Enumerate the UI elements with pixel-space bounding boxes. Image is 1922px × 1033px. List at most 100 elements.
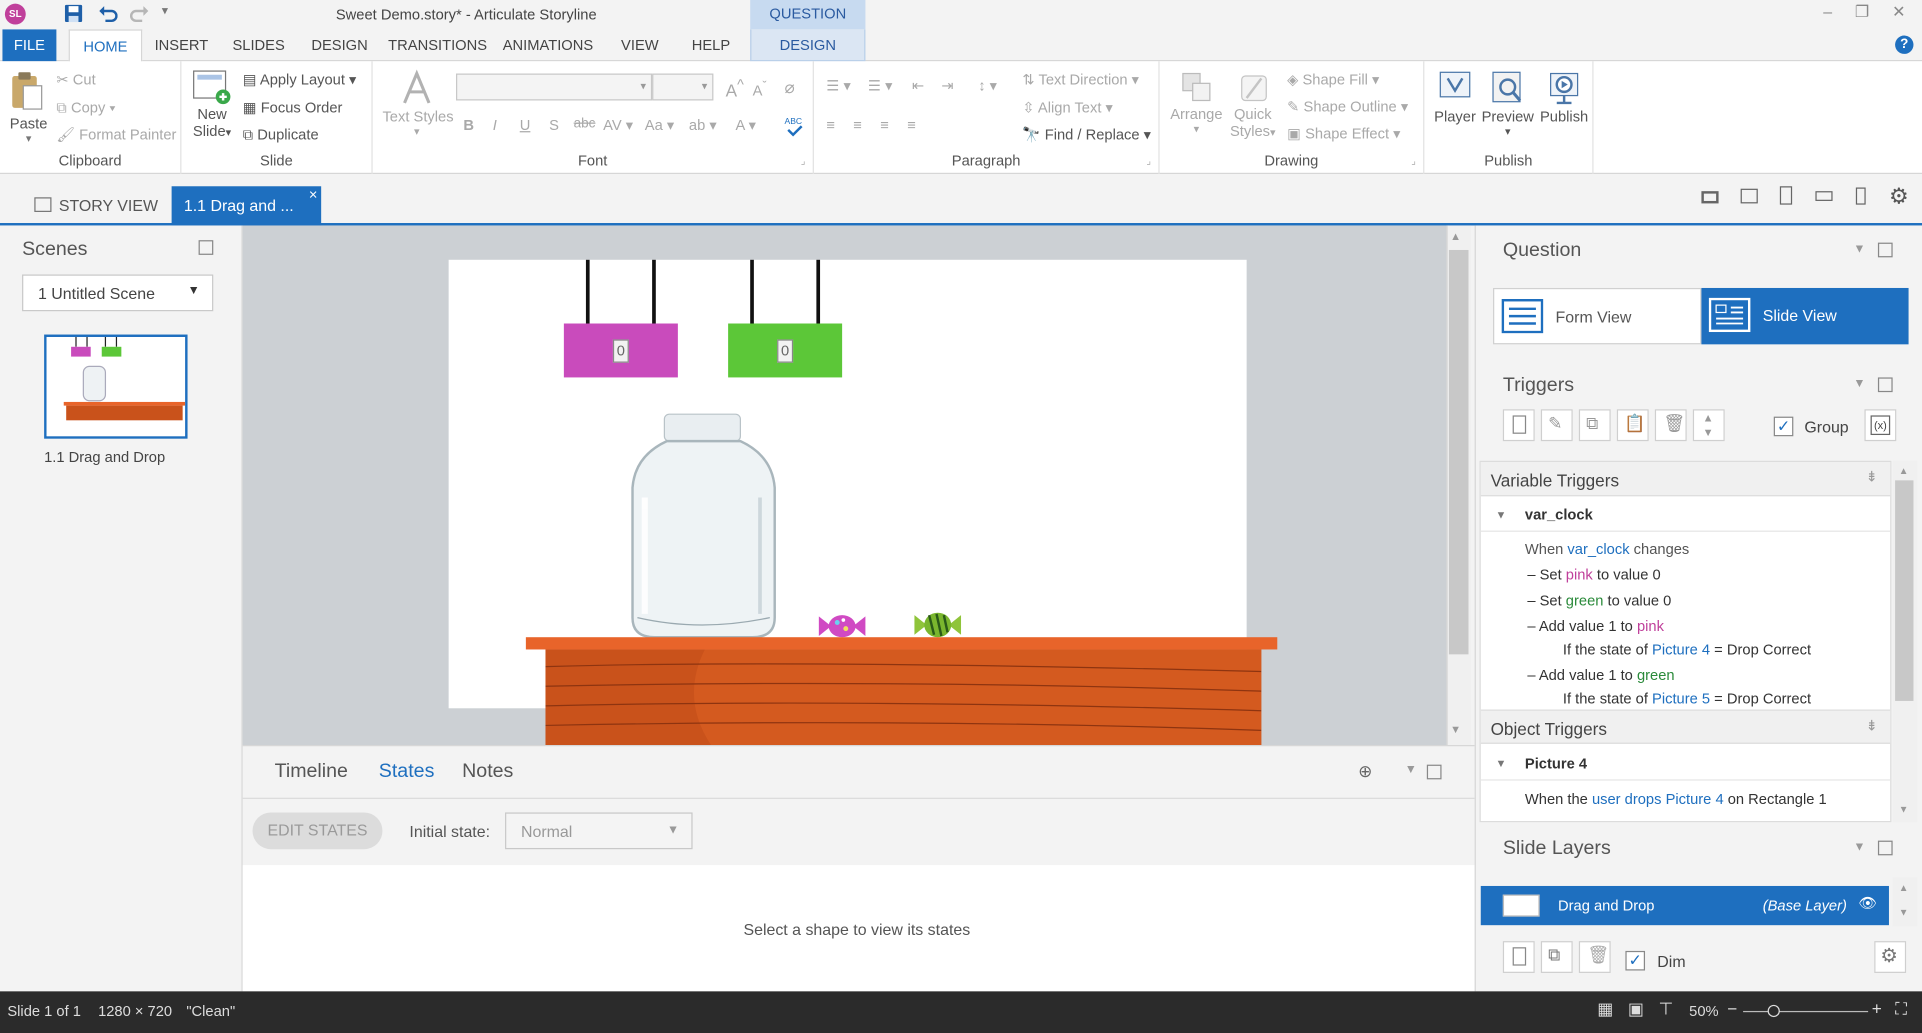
quick-styles-button[interactable]: Quick Styles▾	[1228, 69, 1277, 140]
trigger-condition-pink[interactable]: If the state of Picture 4 = Drop Correct	[1563, 641, 1811, 658]
paste-button[interactable]: Paste ▾	[10, 71, 48, 146]
spell-check-icon[interactable]: ABC	[785, 115, 805, 137]
dim-checkbox[interactable]: ✓	[1625, 950, 1646, 971]
maximize-panel-icon[interactable]	[1877, 377, 1893, 393]
zoom-slider-handle[interactable]	[1767, 1004, 1780, 1018]
trigger-add-pink[interactable]: – Add value 1 to pink	[1527, 618, 1664, 635]
edit-states-button[interactable]: EDIT STATES	[252, 812, 383, 850]
clear-format-icon[interactable]: ⌀	[785, 77, 795, 98]
new-slide-button[interactable]: New Slide▾	[191, 69, 233, 140]
paragraph-dialog-launcher-icon[interactable]: ⌟	[1146, 156, 1151, 167]
shadow-button[interactable]: S	[549, 116, 559, 133]
slide-thumbnail[interactable]	[44, 334, 188, 439]
pink-counter-box[interactable]: 0	[563, 323, 678, 378]
format-painter-button[interactable]: 🖌 Format Painter	[56, 126, 176, 143]
close-icon[interactable]: ✕	[1885, 2, 1912, 24]
maximize-panel-icon[interactable]	[198, 240, 214, 255]
scroll-up-icon[interactable]: ▲	[1450, 230, 1461, 242]
new-layer-button[interactable]	[1502, 941, 1535, 973]
initial-state-select[interactable]: Normal ▼	[505, 812, 693, 850]
desktop-view-icon[interactable]	[1701, 191, 1719, 204]
tab-animations[interactable]: ANIMATIONS	[498, 29, 599, 61]
layout-panels-icon[interactable]: ⊕	[1358, 761, 1372, 782]
tab-insert[interactable]: INSERT	[147, 29, 216, 61]
align-right-icon[interactable]: ≡	[880, 116, 889, 133]
font-color-icon[interactable]: A ▾	[735, 116, 755, 133]
change-case-button[interactable]: Aa ▾	[645, 116, 674, 133]
increase-indent-icon[interactable]: ⇥	[941, 77, 953, 94]
zoom-out-button[interactable]: −	[1727, 999, 1737, 1019]
edit-trigger-button[interactable]: ✎	[1540, 409, 1573, 442]
copy-button[interactable]: ⧉ Copy ▾	[56, 99, 115, 117]
justify-icon[interactable]: ≡	[907, 116, 916, 133]
scroll-down-icon[interactable]: ▼	[1450, 723, 1461, 735]
tab-notes[interactable]: Notes	[462, 761, 513, 783]
stage-scrollbar[interactable]: ▲ ▼	[1446, 225, 1471, 746]
shape-fill-button[interactable]: ◈ Shape Fill ▾	[1287, 71, 1379, 88]
scene-select[interactable]: 1 Untitled Scene ▼	[22, 274, 214, 312]
arrange-button[interactable]: Arrange ▾	[1169, 69, 1223, 136]
phone-landscape-icon[interactable]	[1815, 191, 1833, 201]
trigger-user-drops[interactable]: When the user drops Picture 4 on Rectang…	[1525, 790, 1827, 807]
trigger-set-pink[interactable]: – Set pink to value 0	[1527, 566, 1660, 583]
new-trigger-button[interactable]	[1502, 409, 1535, 442]
collapse-picture4-icon[interactable]: ▼	[1495, 757, 1506, 769]
panel-menu-icon[interactable]: ▼	[1853, 841, 1865, 854]
group-checkbox[interactable]: ✓	[1773, 416, 1794, 437]
font-family-select[interactable]: ▾	[455, 73, 653, 101]
tab-timeline[interactable]: Timeline	[275, 761, 348, 783]
tab-transitions[interactable]: TRANSITIONS	[385, 29, 490, 61]
tab-help[interactable]: HELP	[682, 29, 741, 61]
trigger-condition-green[interactable]: If the state of Picture 5 = Drop Correct	[1563, 690, 1811, 707]
variables-button[interactable]: (x)	[1864, 409, 1897, 442]
tab-home[interactable]: HOME	[68, 29, 143, 63]
grow-font-button[interactable]: A^	[726, 77, 744, 100]
apply-layout-button[interactable]: ▤ Apply Layout ▾	[243, 71, 357, 88]
paste-dropdown-icon[interactable]: ▾	[10, 132, 48, 145]
bold-button[interactable]: B	[463, 116, 474, 133]
redo-icon[interactable]	[130, 4, 150, 24]
normal-view-icon[interactable]: ▣	[1628, 999, 1644, 1020]
preview-button[interactable]: Preview ▾	[1481, 69, 1535, 139]
underline-button[interactable]: U	[520, 116, 531, 133]
scroll-up-icon[interactable]: ▲	[1899, 466, 1909, 477]
tab-view[interactable]: VIEW	[613, 29, 667, 61]
eye-icon[interactable]: 👁	[1858, 895, 1877, 912]
cut-button[interactable]: ✂ Cut	[56, 71, 95, 88]
delete-trigger-button[interactable]: 🗑	[1654, 409, 1687, 442]
tablet-landscape-icon[interactable]	[1740, 188, 1758, 204]
trigger-add-green[interactable]: – Add value 1 to green	[1527, 667, 1674, 684]
text-direction-button[interactable]: ⇅ Text Direction ▾	[1022, 71, 1139, 88]
tab-question-design[interactable]: DESIGN	[750, 29, 866, 62]
scroll-down-icon[interactable]: ▼	[1899, 907, 1909, 918]
publish-button[interactable]: Publish	[1537, 69, 1591, 125]
shape-outline-button[interactable]: ✎ Shape Outline ▾	[1287, 98, 1408, 115]
trigger-when-line[interactable]: When var_clock changes	[1525, 540, 1689, 557]
collapse-section-icon[interactable]: ⇟	[1866, 717, 1878, 734]
collapse-var-clock-icon[interactable]: ▼	[1495, 509, 1506, 521]
app-logo[interactable]: SL	[4, 3, 26, 25]
scroll-up-icon[interactable]: ▲	[1899, 882, 1909, 893]
align-center-icon[interactable]: ≡	[853, 116, 862, 133]
trigger-set-green[interactable]: – Set green to value 0	[1527, 592, 1671, 609]
scroll-thumb[interactable]	[1895, 480, 1914, 701]
jar-image[interactable]	[628, 412, 780, 640]
duplicate-button[interactable]: ⧉ Duplicate	[243, 126, 319, 144]
align-left-icon[interactable]: ≡	[826, 116, 835, 133]
paste-trigger-button[interactable]: 📋	[1616, 409, 1649, 442]
panel-menu-icon[interactable]: ▼	[1853, 243, 1865, 256]
tab-design[interactable]: DESIGN	[304, 29, 375, 61]
tab-slides[interactable]: SLIDES	[226, 29, 292, 61]
shape-effect-button[interactable]: ▣ Shape Effect ▾	[1287, 125, 1400, 142]
player-button[interactable]: Player	[1432, 69, 1479, 125]
triggers-scrollbar[interactable]: ▲ ▼	[1892, 460, 1918, 823]
scroll-thumb[interactable]	[1448, 249, 1469, 655]
delete-layer-button[interactable]: 🗑	[1578, 941, 1611, 973]
pink-candy-image[interactable]	[816, 613, 867, 640]
tab-states[interactable]: States	[379, 761, 435, 783]
align-text-button[interactable]: ⇳ Align Text ▾	[1022, 99, 1113, 116]
move-trigger-button[interactable]: ▲ ▼	[1692, 409, 1725, 442]
tab-file[interactable]: FILE	[2, 29, 57, 62]
slide-view-button[interactable]: Slide View	[1701, 287, 1909, 345]
restore-icon[interactable]: ❐	[1849, 2, 1876, 24]
